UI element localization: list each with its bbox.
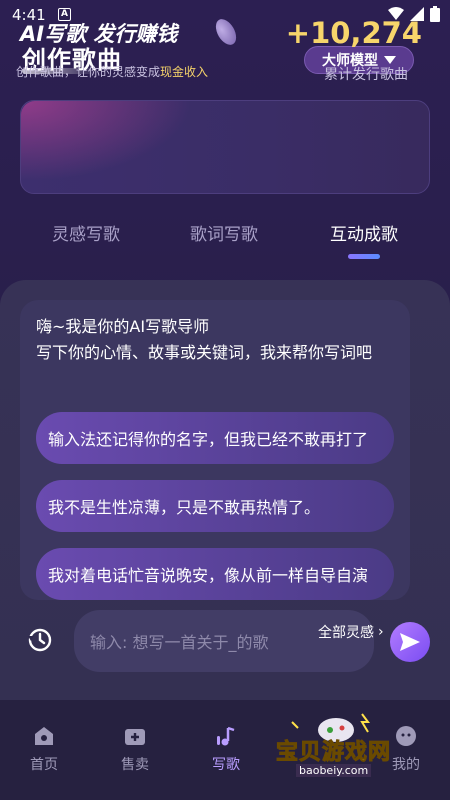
- send-button[interactable]: [390, 622, 430, 662]
- suggestion-chip[interactable]: 我不是生性凉薄，只是不敢再热情了。: [36, 480, 394, 532]
- tab-interactive[interactable]: 互动成歌: [330, 220, 398, 245]
- chevron-right-icon: ›: [378, 624, 384, 640]
- send-icon: [400, 633, 420, 651]
- promo-card[interactable]: [20, 100, 430, 195]
- promo-title: AI写歌 发行赚钱: [20, 22, 178, 46]
- intro-greeting: 嗨~我是你的AI写歌导师: [36, 317, 210, 336]
- promo-subtitle: 创作歌曲，让你的灵感变成现金收入: [16, 63, 208, 80]
- tab-indicator: [348, 254, 380, 259]
- nav-item-compose[interactable]: 写歌: [196, 724, 256, 774]
- nav-label-home: 首页: [30, 757, 58, 773]
- history-icon[interactable]: [26, 626, 54, 654]
- caret-down-icon: [384, 56, 396, 64]
- nav-item-home[interactable]: 首页: [14, 724, 74, 774]
- tab-inspiration[interactable]: 灵感写歌: [52, 220, 120, 245]
- prompt-input-placeholder: 输入: 想写一首关于_的歌: [90, 633, 269, 652]
- shop-icon: [125, 729, 145, 745]
- home-icon: [35, 727, 53, 745]
- battery-icon: [430, 6, 440, 22]
- watermark-text: 宝贝游戏网: [275, 740, 392, 766]
- promo-subtitle-highlight: 现金收入: [160, 65, 209, 79]
- nav-label-compose: 写歌: [212, 757, 240, 773]
- release-count-label: 累计发行歌曲: [324, 67, 408, 83]
- suggestion-chip[interactable]: 输入法还记得你的名字，但我已经不敢再打了: [36, 412, 394, 464]
- watermark-url: baobeiy.com: [296, 764, 372, 777]
- music-note-icon: [217, 726, 235, 746]
- mode-tabs: 灵感写歌 歌词写歌 互动成歌: [0, 220, 450, 260]
- assistant-intro: 嗨~我是你的AI写歌导师 写下你的心情、故事或关键词，我来帮你写词吧: [36, 314, 396, 366]
- promo-glow: [21, 101, 221, 195]
- promo-subtitle-text: 创作歌曲，让你的灵感变成: [16, 65, 161, 79]
- suggestion-chip[interactable]: 我对着电话忙音说晚安，像从前一样自导自演: [36, 548, 394, 600]
- release-count: +10,274: [285, 16, 422, 50]
- nav-label-shop: 售卖: [121, 757, 149, 773]
- all-inspiration-label: 全部灵感: [318, 625, 374, 641]
- nav-item-shop[interactable]: 售卖: [105, 724, 165, 774]
- intro-message: 写下你的心情、故事或关键词，我来帮你写词吧: [36, 343, 373, 362]
- tab-lyrics[interactable]: 歌词写歌: [190, 220, 258, 245]
- all-inspiration-link[interactable]: 全部灵感 ›: [318, 622, 384, 642]
